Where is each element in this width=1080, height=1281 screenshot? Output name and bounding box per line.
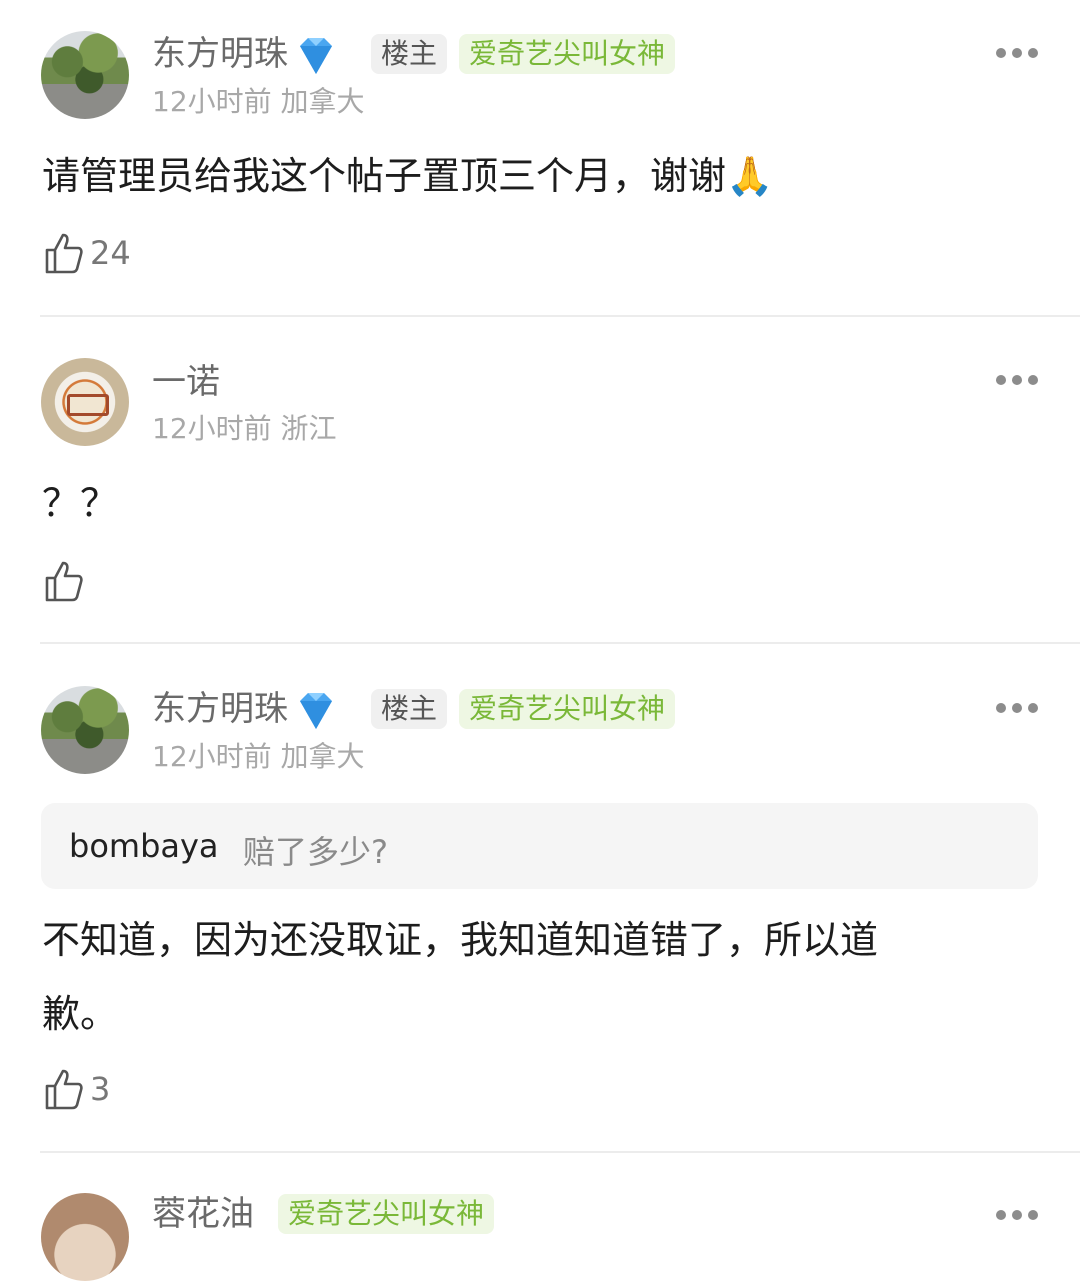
- more-dots-icon[interactable]: [996, 703, 1038, 715]
- diamond-icon: [300, 37, 332, 74]
- comment-content: 请管理员给我这个帖子置顶三个月，谢谢🙏: [42, 154, 774, 198]
- comment-content: ？？: [42, 481, 119, 525]
- avatar[interactable]: [41, 31, 129, 119]
- like-count: 3: [90, 1070, 111, 1108]
- avatar[interactable]: [41, 686, 129, 774]
- username-text: 蓉花油: [152, 1194, 254, 1234]
- avatar[interactable]: [41, 1193, 129, 1281]
- comment-location: 浙江: [280, 412, 337, 445]
- comment-time: 12小时前: [152, 740, 272, 773]
- avatar[interactable]: [41, 358, 129, 446]
- user-tag-badge: 爱奇艺尖叫女神: [278, 1194, 495, 1234]
- quoted-reply[interactable]: bombaya 赔了多少?: [41, 803, 1038, 889]
- op-badge: 楼主: [371, 689, 448, 729]
- comment-location: 加拿大: [280, 85, 365, 118]
- more-dots-icon[interactable]: [996, 1210, 1038, 1222]
- divider: [40, 642, 1080, 644]
- like-button[interactable]: [44, 559, 90, 603]
- comment-meta: 12小时前 加拿大: [152, 85, 365, 119]
- username-text: 东方明珠: [152, 34, 288, 74]
- username[interactable]: 东方明珠: [152, 34, 340, 76]
- more-dots-icon[interactable]: [996, 48, 1038, 60]
- like-button[interactable]: 24: [44, 231, 131, 275]
- quoted-text: 赔了多少?: [243, 833, 388, 871]
- comment-content: 不知道，因为还没取证，我知道知道错了，所以道 歉。: [42, 903, 1032, 1051]
- like-button[interactable]: 3: [44, 1067, 110, 1111]
- thumbs-up-icon: [45, 561, 83, 602]
- user-tag-badge: 爱奇艺尖叫女神: [459, 34, 676, 74]
- user-tag-badge: 爱奇艺尖叫女神: [459, 689, 676, 729]
- divider: [40, 1151, 1080, 1153]
- username-text: 一诺: [152, 362, 220, 402]
- thumbs-up-icon: [45, 1069, 83, 1110]
- username-text: 东方明珠: [152, 689, 288, 729]
- comment-meta: 12小时前 加拿大: [152, 740, 365, 774]
- comment-location: 加拿大: [280, 740, 365, 773]
- diamond-icon: [300, 692, 332, 729]
- comment-content-line: 歉。: [42, 992, 119, 1036]
- like-count: 24: [90, 234, 131, 272]
- username[interactable]: 蓉花油: [152, 1194, 254, 1234]
- quoted-username[interactable]: bombaya: [69, 827, 219, 865]
- thumbs-up-icon: [45, 233, 83, 274]
- divider: [40, 315, 1080, 317]
- op-badge: 楼主: [371, 34, 448, 74]
- comment-content-line: 不知道，因为还没取证，我知道知道错了，所以道: [42, 918, 879, 962]
- comment-time: 12小时前: [152, 412, 272, 445]
- more-dots-icon[interactable]: [996, 375, 1038, 387]
- comment-meta: 12小时前 浙江: [152, 412, 337, 446]
- username[interactable]: 东方明珠: [152, 689, 340, 731]
- username[interactable]: 一诺: [152, 362, 220, 402]
- comment-time: 12小时前: [152, 85, 272, 118]
